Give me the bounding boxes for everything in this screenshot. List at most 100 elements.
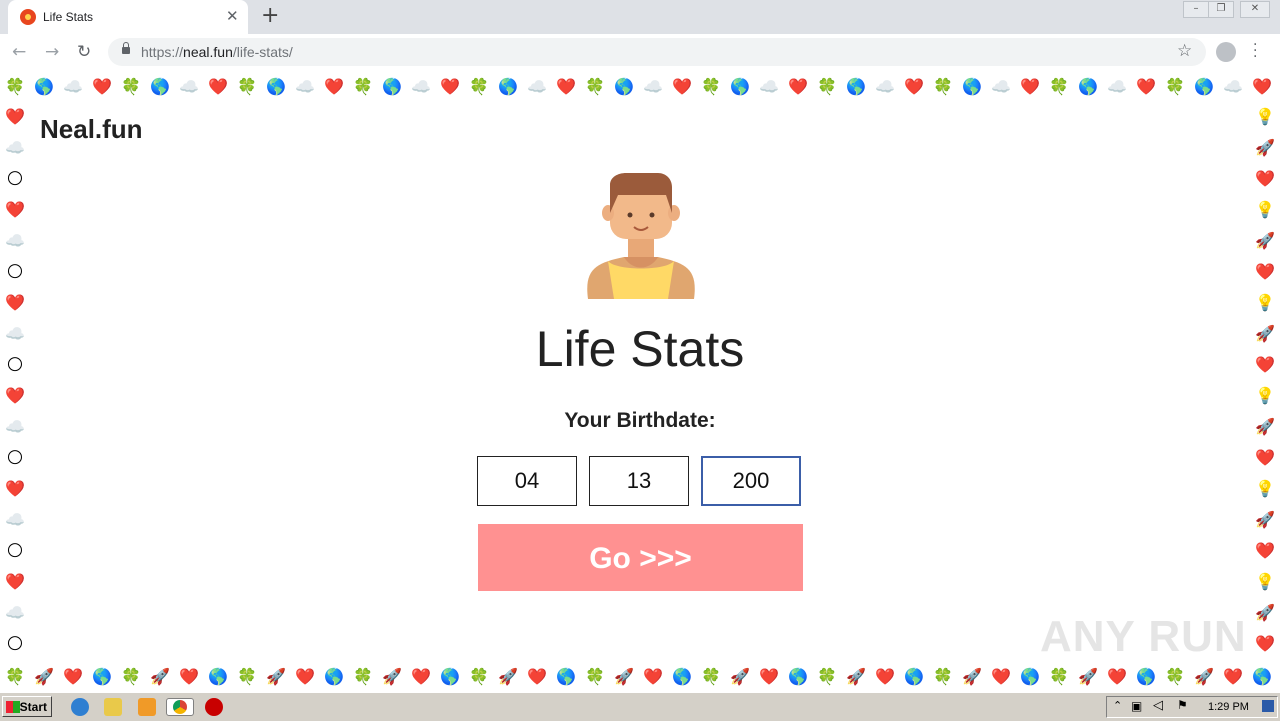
rocket-icon: 🚀	[34, 667, 54, 686]
globe-icon: 🌎	[34, 77, 54, 96]
network-icon[interactable]: ▣	[1131, 699, 1142, 713]
lightbulb-icon: 💡	[1255, 479, 1275, 498]
heart-icon: ❤️	[5, 479, 25, 498]
person-avatar-icon	[587, 173, 695, 299]
clover-icon: 🍀	[1165, 667, 1185, 686]
moon-icon: 🌕	[6, 262, 24, 281]
rocket-icon: 🚀	[846, 667, 866, 686]
minimize-icon[interactable]: –	[1183, 1, 1209, 18]
lightbulb-icon: 💡	[1255, 386, 1275, 405]
rocket-icon: 🚀	[1194, 667, 1214, 686]
globe-icon: 🌎	[440, 667, 460, 686]
reload-icon[interactable]: ↻	[77, 42, 91, 62]
cloud-icon: ☁️	[179, 77, 199, 96]
url-text: https://neal.fun/life-stats/	[141, 44, 293, 60]
page: 🍀 🌎 ☁️ ❤️ 🍀 🌎 ☁️ ❤️ 🍀 🌎 ☁️ ❤️ 🍀 🌎 ☁️ ❤️ 🍀 🌎 ☁️ ❤️ 🍀 🌎 ☁️ ❤️ 🍀 🌎 ☁️…	[0, 72, 1280, 692]
chrome-icon	[173, 700, 187, 714]
clover-icon: 🍀	[701, 77, 721, 96]
globe-icon: 🌎	[962, 77, 982, 96]
tray-expand-icon[interactable]: ⌃	[1113, 699, 1122, 712]
clover-icon: 🍀	[121, 77, 141, 96]
chrome-taskbar-button[interactable]	[166, 698, 194, 716]
media-player-icon[interactable]	[138, 698, 156, 716]
day-input[interactable]	[589, 456, 689, 506]
birthdate-label: Your Birthdate:	[564, 409, 716, 432]
watermark: ANY RUN	[1040, 612, 1247, 661]
heart-icon: ❤️	[5, 386, 25, 405]
heart-icon: ❤️	[556, 77, 576, 96]
clover-icon: 🍀	[933, 667, 953, 686]
ie-icon[interactable]	[71, 698, 89, 716]
lightbulb-icon: 💡	[1255, 200, 1275, 219]
moon-icon: 🌕	[6, 448, 24, 467]
globe-icon: 🌎	[382, 77, 402, 96]
tab-life-stats[interactable]: Life Stats ✕	[8, 0, 248, 34]
cloud-icon: ☁️	[411, 77, 431, 96]
month-input[interactable]	[477, 456, 577, 506]
globe-icon: 🌎	[266, 77, 286, 96]
year-input[interactable]	[701, 456, 801, 506]
cloud-icon: ☁️	[991, 77, 1011, 96]
rocket-icon: 🚀	[1255, 231, 1275, 250]
flag-icon[interactable]: ⚑	[1177, 698, 1188, 712]
globe-icon: 🌎	[92, 667, 112, 686]
system-tray: ⌃ ▣ ◁ ⚑	[1106, 696, 1278, 718]
tab-title: Life Stats	[43, 10, 94, 24]
globe-icon: 🌎	[1136, 667, 1156, 686]
lock-icon	[122, 42, 130, 54]
bookmark-star-icon[interactable]: ☆	[1177, 41, 1192, 61]
emoji-border-left: ❤️ ☁️ 🌕 ❤️ ☁️ 🌕 ❤️ ☁️ 🌕 ❤️ ☁️ 🌕 ❤️ ☁️ 🌕 ❤️ ☁️ 🌕	[5, 72, 35, 692]
restore-icon[interactable]: ❐	[1208, 1, 1234, 18]
heart-icon: ❤️	[179, 667, 199, 686]
rocket-icon: 🚀	[150, 667, 170, 686]
heart-icon: ❤️	[643, 667, 663, 686]
heart-icon: ❤️	[788, 77, 808, 96]
rocket-icon: 🚀	[1078, 667, 1098, 686]
volume-icon[interactable]: ◁	[1153, 698, 1163, 713]
address-bar[interactable]: https://neal.fun/life-stats/ ☆	[108, 38, 1206, 66]
go-button[interactable]: Go >>>	[478, 524, 803, 591]
globe-icon: 🌎	[1194, 77, 1214, 96]
heart-icon: ❤️	[63, 667, 83, 686]
emoji-border-top: 🍀 🌎 ☁️ ❤️ 🍀 🌎 ☁️ ❤️ 🍀 🌎 ☁️ ❤️ 🍀 🌎 ☁️ ❤️ 🍀 🌎 ☁️ ❤️ 🍀 🌎 ☁️ ❤️ 🍀 🌎 ☁️…	[0, 76, 1280, 106]
emoji-border-right: 💡 🚀 ❤️ 💡 🚀 ❤️ 💡 🚀 ❤️ 💡 🚀 ❤️ 💡 🚀 ❤️ 💡 🚀 ❤️	[1255, 72, 1280, 692]
close-tab-icon[interactable]: ✕	[226, 8, 239, 24]
favicon-icon	[20, 9, 36, 25]
folder-icon[interactable]	[104, 698, 122, 716]
back-icon[interactable]: ←	[12, 42, 26, 62]
heart-icon: ❤️	[5, 572, 25, 591]
heart-icon: ❤️	[1255, 541, 1275, 560]
cloud-icon: ☁️	[527, 77, 547, 96]
start-button[interactable]: Start	[2, 696, 52, 717]
rocket-icon: 🚀	[1255, 324, 1275, 343]
opera-icon[interactable]	[205, 698, 223, 716]
heart-icon: ❤️	[1223, 667, 1243, 686]
globe-icon: 🌎	[556, 667, 576, 686]
menu-icon[interactable]: · · ·	[1253, 38, 1257, 64]
clover-icon: 🍀	[1049, 667, 1069, 686]
clover-icon: 🍀	[933, 77, 953, 96]
cloud-icon: ☁️	[295, 77, 315, 96]
close-window-icon[interactable]: ✕	[1240, 1, 1270, 18]
new-tab-icon[interactable]: +	[261, 5, 279, 27]
forward-icon[interactable]: →	[45, 42, 59, 62]
globe-icon: 🌎	[730, 77, 750, 96]
heart-icon: ❤️	[5, 200, 25, 219]
heart-icon: ❤️	[1136, 77, 1156, 96]
show-desktop-icon[interactable]	[1262, 700, 1274, 712]
heart-icon: ❤️	[1255, 634, 1275, 653]
profile-avatar-icon[interactable]	[1216, 42, 1236, 62]
rocket-icon: 🚀	[1255, 138, 1275, 157]
clover-icon: 🍀	[237, 667, 257, 686]
clover-icon: 🍀	[121, 667, 141, 686]
heart-icon: ❤️	[92, 77, 112, 96]
site-logo[interactable]: Neal.fun	[40, 114, 143, 145]
globe-icon: 🌎	[672, 667, 692, 686]
globe-icon: 🌎	[614, 77, 634, 96]
cloud-icon: ☁️	[63, 77, 83, 96]
heart-icon: ❤️	[1255, 448, 1275, 467]
rocket-icon: 🚀	[1255, 417, 1275, 436]
clover-icon: 🍀	[817, 77, 837, 96]
rocket-icon: 🚀	[730, 667, 750, 686]
clover-icon: 🍀	[353, 667, 373, 686]
